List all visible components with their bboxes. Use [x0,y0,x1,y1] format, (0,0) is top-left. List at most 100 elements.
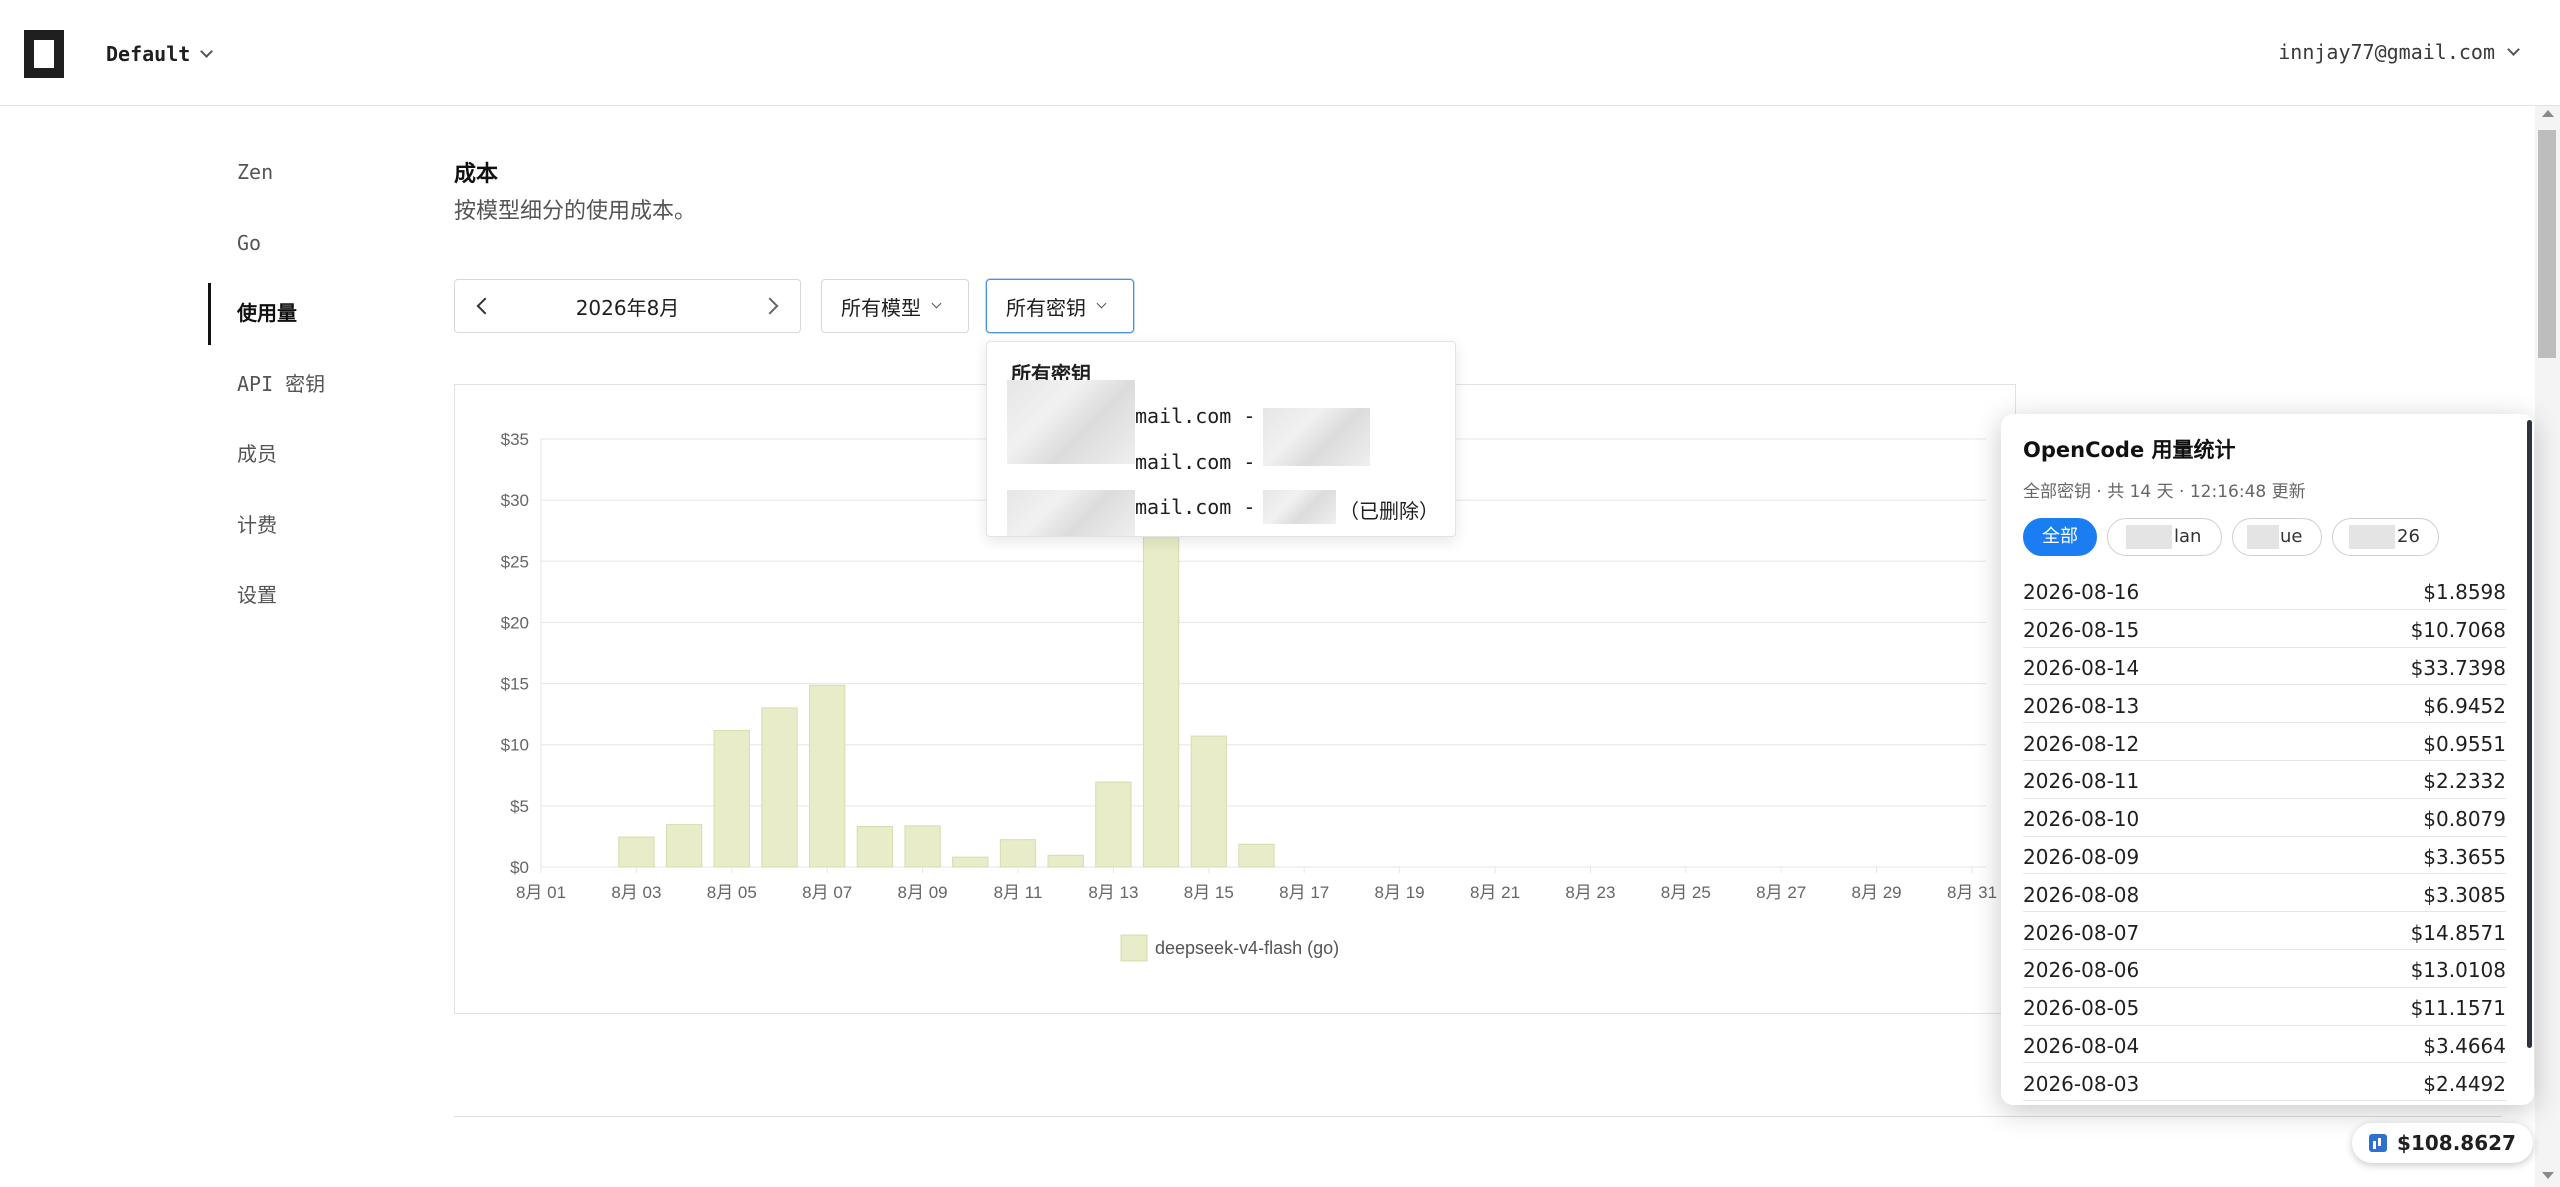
daily-cost-row: 2026-08-09 $3.3655 [2023,837,2506,875]
page-title: 成本 [454,162,499,187]
key-select-label: 所有密钥 [1006,295,1086,320]
bar [1095,781,1132,868]
x-tick-label: 8月 25 [1661,883,1711,902]
total-cost-value: $108.8627 [2397,1131,2516,1155]
x-tick-label: 8月 23 [1565,883,1615,902]
bar [999,839,1037,868]
scroll-down-icon[interactable] [2542,1172,2554,1179]
x-tick-label: 8月 21 [1470,883,1520,902]
y-tick-label: $20 [501,613,529,632]
row-cost: $3.3655 [2423,844,2506,869]
bar [761,707,798,868]
x-tick-label: 8月 01 [516,883,566,902]
bar [904,825,941,868]
pill-all[interactable]: 全部 [2023,518,2097,556]
daily-cost-row: 2026-08-11 $2.2332 [2023,761,2506,799]
pill-key-1[interactable]: lan [2107,518,2222,556]
account-email: innjay77@gmail.com [2278,40,2495,64]
daily-cost-row: 2026-08-15 $10.7068 [2023,610,2506,648]
row-date: 2026-08-14 [2023,655,2140,680]
daily-cost-row: 2026-08-07 $14.8571 [2023,912,2506,950]
row-date: 2026-08-15 [2023,618,2140,643]
row-cost: $11.1571 [2410,996,2506,1021]
chevron-down-icon [931,298,942,309]
x-tick-label: 8月 03 [611,883,661,902]
pill-key-2[interactable]: ue [2232,518,2322,556]
sidebar-item-api-keys[interactable]: API 密钥 [208,362,325,433]
sidebar-nav: Zen Go 使用量 API 密钥 成员 计费 设置 [208,150,325,644]
chevron-right-icon[interactable] [761,297,779,315]
row-date: 2026-08-04 [2023,1033,2140,1058]
logo-icon[interactable] [24,30,64,78]
model-select[interactable]: 所有模型 [821,279,969,333]
bar [856,826,894,868]
row-date: 2026-08-13 [2023,693,2140,718]
top-header: Default innjay77@gmail.com [0,0,2560,106]
row-cost: $13.0108 [2410,958,2506,983]
sidebar-item-members[interactable]: 成员 [208,432,325,503]
dropdown-option-key-3[interactable]: mail.com - [1135,495,1255,519]
row-cost: $0.9551 [2423,731,2506,756]
row-date: 2026-08-10 [2023,807,2140,832]
y-tick-label: $25 [501,552,529,571]
y-tick-label: $35 [501,430,529,449]
y-tick-label: $10 [501,736,529,755]
daily-cost-row: 2026-08-10 $0.8079 [2023,799,2506,837]
chevron-down-icon [2507,43,2520,56]
section-divider [454,1116,2502,1117]
bar-chart-icon [2369,1134,2388,1152]
chevron-down-icon [200,45,214,58]
row-cost: $6.9452 [2423,693,2506,718]
x-tick-label: 8月 13 [1088,883,1138,902]
row-cost: $2.2332 [2423,769,2506,794]
scrollbar-thumb[interactable] [2538,130,2556,358]
x-tick-label: 8月 07 [802,883,852,902]
sidebar-item-zen[interactable]: Zen [208,150,325,221]
dropdown-option-key-1[interactable]: mail.com - [1135,404,1255,428]
redacted-block [1007,380,1135,464]
month-picker: 2026年8月 [454,279,801,333]
daily-cost-row: 2026-08-06 $13.0108 [2023,950,2506,988]
y-tick-label: $30 [501,491,529,510]
row-cost: $3.4664 [2423,1033,2506,1058]
row-cost: $33.7398 [2410,655,2506,680]
panel-scrollbar[interactable] [2527,420,2532,1048]
sidebar-item-settings[interactable]: 设置 [208,573,325,644]
scroll-up-icon[interactable] [2542,110,2554,117]
legend-label: deepseek-v4-flash (go) [1155,938,1339,958]
bar [665,824,703,868]
daily-cost-row: 2026-08-05 $11.1571 [2023,988,2506,1026]
daily-cost-row: 2026-08-12 $0.9551 [2023,723,2506,761]
workspace-switcher[interactable]: Default [106,42,214,66]
redacted-block [1263,490,1336,524]
total-cost-badge[interactable]: $108.8627 [2352,1123,2533,1163]
chevron-down-icon [1096,298,1107,309]
sidebar-item-go[interactable]: Go [208,221,325,292]
y-tick-label: $0 [510,858,529,877]
daily-cost-row: 2026-08-13 $6.9452 [2023,685,2506,724]
chevron-left-icon[interactable] [476,297,494,315]
row-cost: $1.8598 [2423,580,2506,605]
daily-cost-row: 2026-08-04 $3.4664 [2023,1026,2506,1064]
sidebar-item-billing[interactable]: 计费 [208,503,325,574]
row-cost: $10.7068 [2410,618,2506,643]
x-tick-label: 8月 15 [1184,883,1234,902]
daily-cost-list: 2026-08-16 $1.8598 2026-08-15 $10.7068 2026-… [2023,572,2506,1102]
bar [1238,843,1275,868]
sidebar-item-usage[interactable]: 使用量 [208,283,325,362]
model-select-label: 所有模型 [841,295,921,320]
dropdown-option-key-2[interactable]: mail.com - [1135,450,1255,474]
row-cost: $14.8571 [2410,920,2506,945]
x-tick-label: 8月 05 [707,883,757,902]
key-select[interactable]: 所有密钥 [986,279,1134,333]
row-date: 2026-08-16 [2023,580,2140,605]
workspace-name: Default [106,42,191,66]
row-date: 2026-08-12 [2023,731,2140,756]
x-tick-label: 8月 09 [898,883,948,902]
account-menu[interactable]: innjay77@gmail.com [2278,40,2520,64]
page-subtitle: 按模型细分的使用成本。 [454,199,697,224]
daily-cost-row: 2026-08-08 $3.3085 [2023,874,2506,913]
bar [713,730,750,868]
bar [1047,854,1084,868]
pill-key-3[interactable]: 26 [2332,518,2439,556]
